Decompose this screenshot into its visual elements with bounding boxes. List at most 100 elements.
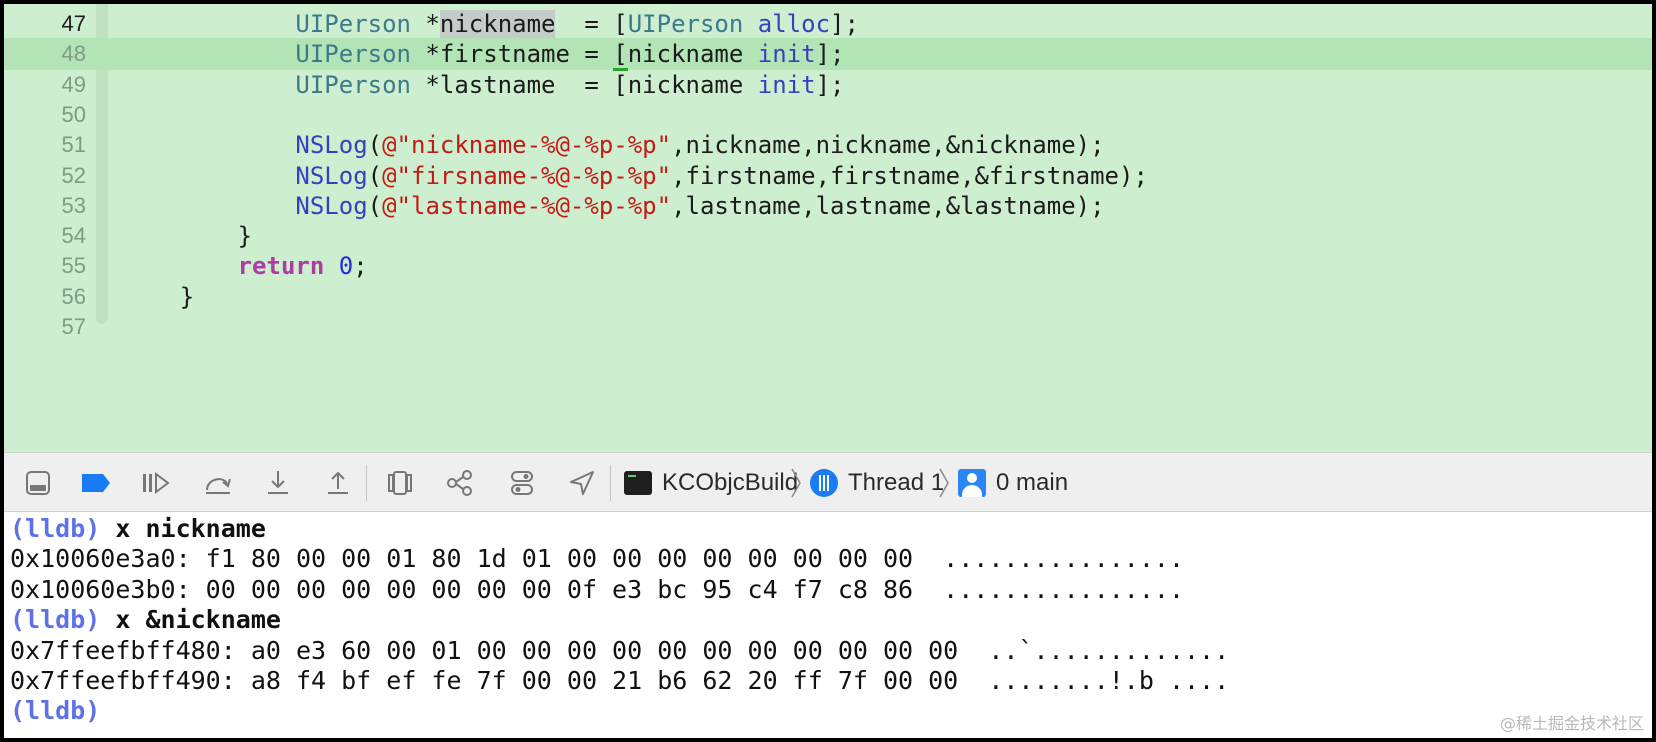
code-token: ,nickname,nickname,&nickname); [671,131,1105,160]
code-text: return 0; [122,250,368,282]
breadcrumb-target[interactable]: KCObjcBuild [624,453,798,513]
code-token: ( [367,161,383,190]
code-token: UIPerson [627,10,744,38]
console-command-line: (lldb) x nickname [10,514,266,544]
toolbar-divider [366,465,367,501]
breadcrumb-target-label: KCObjcBuild [662,469,799,496]
code-token: init [757,70,816,99]
code-token: nickname [439,10,556,38]
chevron-right-icon [790,467,802,504]
breakpoints-toggle-icon[interactable] [76,461,116,505]
step-over-icon[interactable] [198,461,238,505]
code-text: NSLog(@"firsname-%@-%p-%p",firstname,fir… [122,160,1148,192]
code-token: = [ [555,10,628,38]
code-text: UIPerson *firstname = [nickname init]; [122,38,845,72]
line-number[interactable]: 48 [4,38,86,70]
memory-dump-text: 0x7ffeefbff480: a0 e3 60 00 01 00 00 00 … [10,635,1230,665]
step-into-icon[interactable] [258,461,298,505]
code-line[interactable]: 56 } [4,281,1652,313]
code-line[interactable]: 50 [4,99,1652,131]
thread-icon [810,469,838,497]
code-text: } [122,281,194,313]
line-number[interactable]: 51 [4,129,86,161]
code-token: @"nickname-%@-%p-%p" [382,131,672,160]
lldb-command: x nickname [100,514,266,543]
xcode-window: 47 UIPerson *nickname = [UIPerson alloc]… [0,0,1656,742]
breadcrumb-frame[interactable]: 0 main [958,453,1068,513]
line-number[interactable]: 50 [4,99,86,131]
code-text: } [122,220,252,252]
code-text: NSLog(@"nickname-%@-%p-%p",nickname,nick… [122,129,1105,161]
stack-frame-icon [958,469,986,497]
code-token: } [122,222,253,251]
code-token: UIPerson [295,70,411,99]
code-line[interactable]: 52 NSLog(@"firsname-%@-%p-%p",firstname,… [4,160,1652,192]
lldb-console[interactable]: (lldb) x nickname 0x10060e3a0: f1 80 00 0… [4,512,1652,738]
console-output-line: 0x10060e3b0: 00 00 00 00 00 00 00 00 0f … [10,575,1184,605]
debug-view-hierarchy-icon[interactable] [380,461,420,505]
line-number[interactable]: 54 [4,220,86,252]
code-line[interactable]: 55 return 0; [4,250,1652,282]
code-token: @"lastname-%@-%p-%p" [382,191,672,220]
code-token: ]; [830,10,859,38]
source-editor[interactable]: 47 UIPerson *nickname = [UIPerson alloc]… [4,4,1652,452]
code-token: * [410,10,440,38]
code-token: return [237,252,325,281]
code-token: init [757,40,816,69]
code-line[interactable]: 51 NSLog(@"nickname-%@-%p-%p",nickname,n… [4,129,1652,161]
code-token: ; [353,252,368,281]
breadcrumb-frame-label: 0 main [996,469,1069,496]
code-text: UIPerson *nickname = [UIPerson alloc]; [122,8,859,40]
debug-bar: KCObjcBuild Thread 1 0 main [4,452,1652,512]
environment-overrides-icon[interactable] [502,461,542,505]
code-token: ]; [815,40,845,69]
lldb-prompt: (lldb) [10,605,101,635]
code-token: *firstname = [410,40,614,69]
code-line[interactable]: 57 [4,311,1652,343]
code-token: *lastname = [nickname [410,70,758,99]
line-number[interactable]: 57 [4,311,86,343]
code-token: nickname [627,40,758,69]
line-number[interactable]: 56 [4,281,86,313]
console-output-line: 0x7ffeefbff480: a0 e3 60 00 01 00 00 00 … [10,636,1229,666]
code-token: ,firstname,firstname,&firstname); [671,161,1148,190]
console-output-line: 0x10060e3a0: f1 80 00 00 01 80 1d 01 00 … [10,544,1184,574]
memory-graph-icon[interactable] [440,461,480,505]
code-token: NSLog [295,161,368,190]
code-line[interactable]: 48 UIPerson *firstname = [nickname init]… [4,38,1652,72]
line-number[interactable]: 49 [4,69,86,101]
continue-icon[interactable] [136,461,176,505]
code-token: UIPerson [295,10,411,38]
lldb-prompt: (lldb) [10,514,101,543]
code-token: ]; [815,70,845,99]
line-number[interactable]: 53 [4,190,86,222]
line-number[interactable]: 55 [4,250,86,282]
line-number[interactable]: 52 [4,160,86,192]
code-token: ( [367,131,383,160]
code-token: alloc [757,10,831,38]
code-line[interactable]: 54 } [4,220,1652,252]
code-token: 0 [338,252,354,281]
code-token: UIPerson [295,40,411,69]
terminal-app-icon [624,471,652,495]
console-command-line: (lldb) x &nickname [10,605,281,635]
breadcrumb-thread[interactable]: Thread 1 [810,453,944,513]
hide-console-icon[interactable] [18,461,58,505]
line-number[interactable]: 47 [4,8,86,40]
step-out-icon[interactable] [318,461,358,505]
code-line[interactable]: 49 UIPerson *lastname = [nickname init]; [4,69,1652,101]
simulate-location-icon[interactable] [562,461,602,505]
memory-dump-text: 0x7ffeefbff490: a8 f4 bf ef fe 7f 00 00 … [10,666,1230,695]
code-token: } [122,282,195,311]
code-line[interactable]: 53 NSLog(@"lastname-%@-%p-%p",lastname,l… [4,190,1652,222]
chevron-right-icon [938,467,950,504]
code-line[interactable]: 47 UIPerson *nickname = [UIPerson alloc]… [4,8,1652,40]
code-token: ( [367,191,383,220]
